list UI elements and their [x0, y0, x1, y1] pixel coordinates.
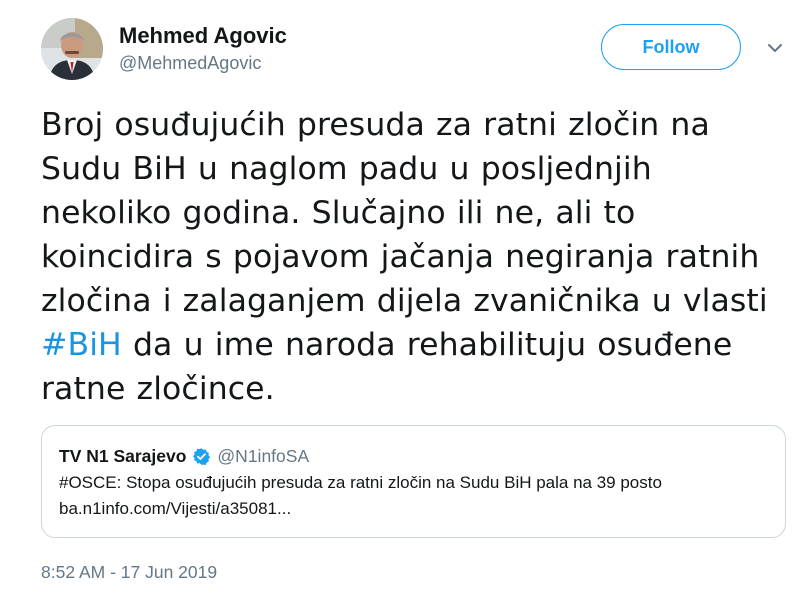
tweet-text-fragment: da u ime naroda rehabilituju osuđene	[121, 327, 733, 363]
tweet-text-line: Sudu BiH u naglom padu u posljednjih	[41, 151, 652, 187]
author-names: Mehmed Agovic @MehmedAgovic	[119, 22, 287, 75]
quoted-tweet-header: TV N1 Sarajevo @N1infoSA	[59, 444, 768, 468]
hashtag-link[interactable]: #BiH	[41, 327, 122, 363]
quoted-tweet-link[interactable]: ba.n1info.com/Vijesti/a35081...	[59, 496, 768, 522]
tweet-text-line: koincidira s pojavom jačanja negiranja r…	[41, 239, 760, 275]
author-handle[interactable]: @MehmedAgovic	[119, 51, 287, 75]
tweet-text-line: nekoliko godina. Slučajno ili ne, ali to	[41, 195, 636, 231]
follow-button[interactable]: Follow	[601, 24, 741, 70]
tweet-text-line: zločina i zalaganjem dijela zvaničnika u…	[41, 283, 768, 319]
quoted-author-handle: @N1infoSA	[217, 445, 310, 466]
quoted-tweet-card[interactable]: TV N1 Sarajevo @N1infoSA #OSCE: Stopa os…	[41, 425, 786, 538]
tweet-text-line: Broj osuđujućih presuda za ratni zločin …	[41, 107, 710, 143]
tweet-text-line: #BiH da u ime naroda rehabilituju osuđen…	[41, 323, 771, 367]
author-display-name[interactable]: Mehmed Agovic	[119, 22, 287, 50]
tweet-header: Mehmed Agovic @MehmedAgovic Follow	[41, 18, 801, 82]
tweet-text: Broj osuđujućih presuda za ratni zločin …	[41, 103, 771, 411]
verified-badge-icon	[192, 447, 211, 466]
quoted-author-name: TV N1 Sarajevo	[59, 445, 187, 466]
tweet-timestamp[interactable]: 8:52 AM - 17 Jun 2019	[41, 560, 217, 584]
quoted-tweet-text: #OSCE: Stopa osuđujućih presuda za ratni…	[59, 473, 662, 492]
tweet-text-line: ratne zločince.	[41, 371, 275, 407]
chevron-down-icon[interactable]	[765, 38, 785, 58]
avatar[interactable]	[41, 18, 103, 80]
